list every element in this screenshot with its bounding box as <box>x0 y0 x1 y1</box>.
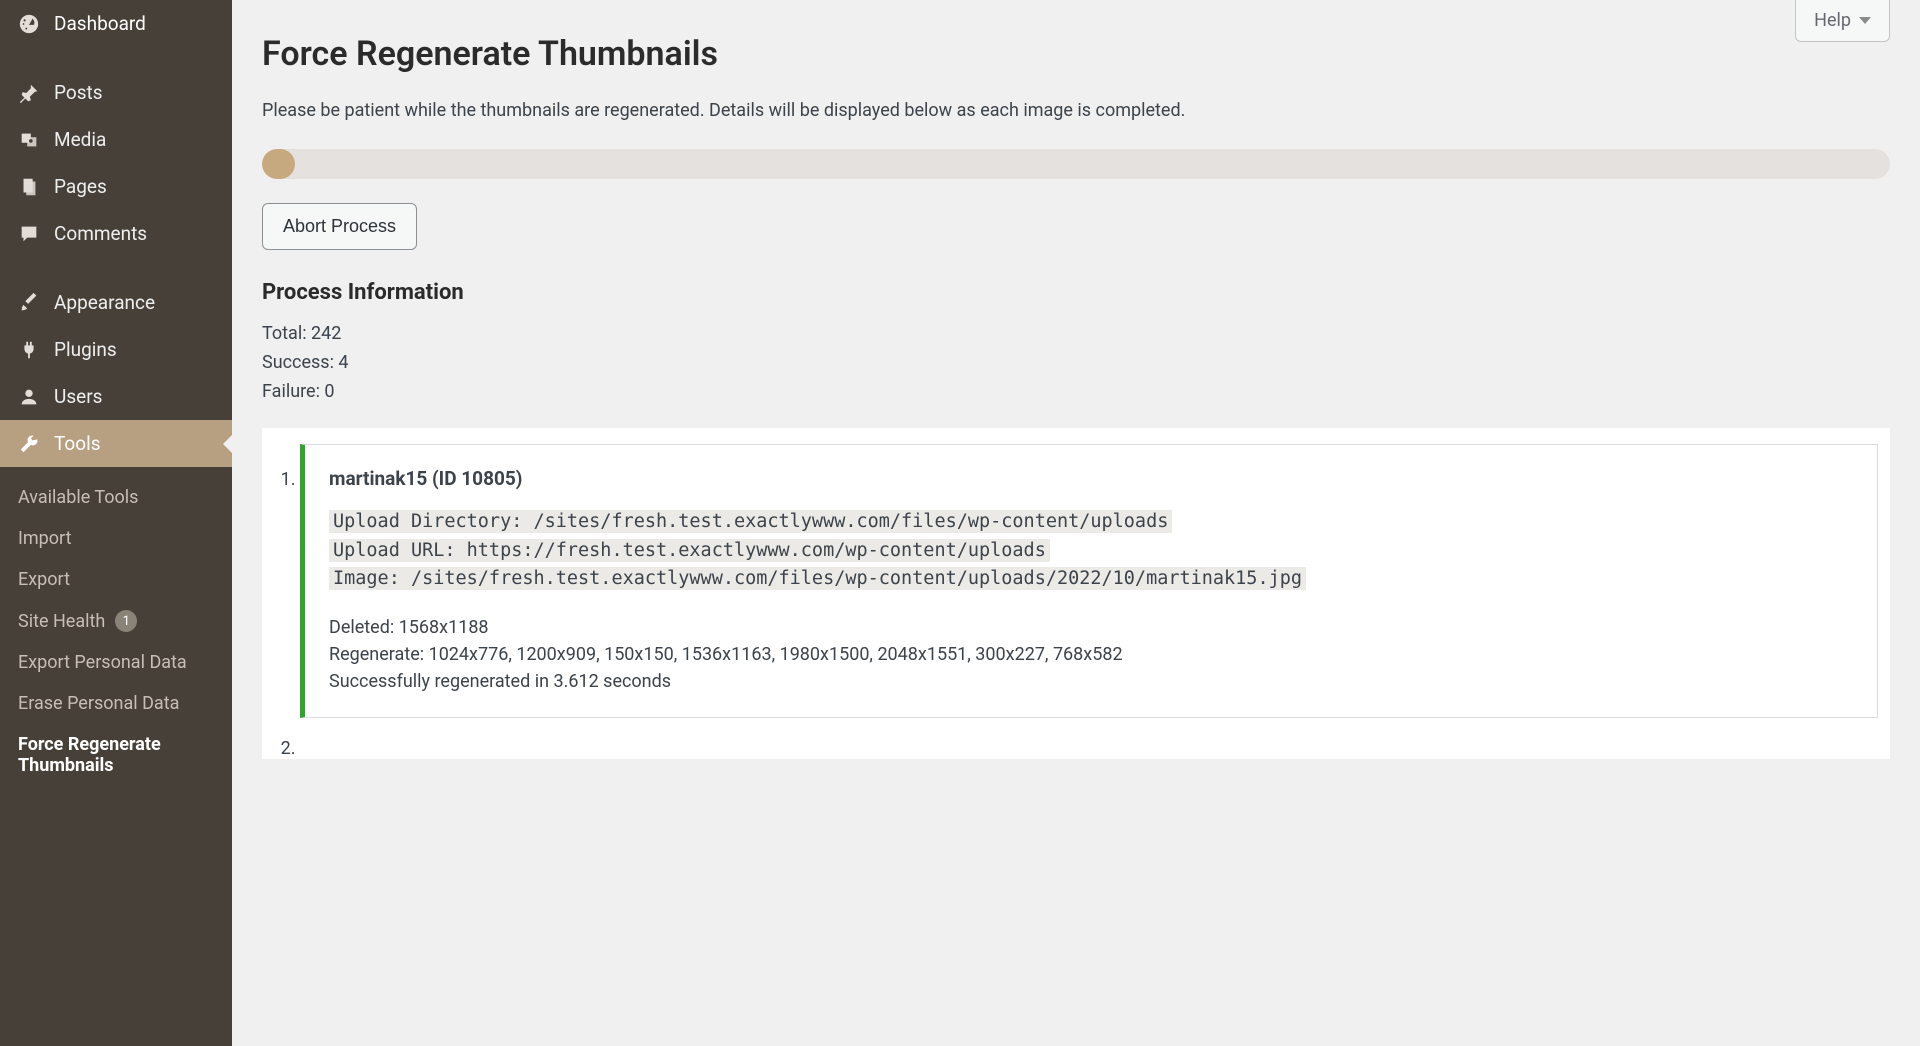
tools-submenu: Available Tools Import Export Site Healt… <box>0 467 232 800</box>
subitem-label: Site Health <box>18 611 105 632</box>
success-line: Successfully regenerated in 3.612 second… <box>329 668 1853 695</box>
chevron-down-icon <box>1859 17 1871 24</box>
subitem-export-personal-data[interactable]: Export Personal Data <box>0 642 232 683</box>
sidebar-item-pages[interactable]: Pages <box>0 163 232 210</box>
sidebar-item-users[interactable]: Users <box>0 373 232 420</box>
regenerate-line: Regenerate: 1024x776, 1200x909, 150x150,… <box>329 641 1853 668</box>
progress-bar <box>262 149 1890 179</box>
subitem-site-health[interactable]: Site Health 1 <box>0 600 232 642</box>
sidebar-item-plugins[interactable]: Plugins <box>0 326 232 373</box>
results-list: martinak15 (ID 10805) Upload Directory: … <box>262 444 1890 759</box>
upload-url-line: Upload URL: https://fresh.test.exactlyww… <box>329 539 1050 562</box>
results-panel: martinak15 (ID 10805) Upload Directory: … <box>262 428 1890 759</box>
result-title: martinak15 (ID 10805) <box>329 467 1853 490</box>
sidebar-item-comments[interactable]: Comments <box>0 210 232 257</box>
progress-fill <box>262 149 295 179</box>
intro-text: Please be patient while the thumbnails a… <box>262 100 1890 121</box>
deleted-line: Deleted: 1568x1188 <box>329 614 1853 641</box>
stat-success: Success: 4 <box>262 352 1890 373</box>
subitem-force-regenerate-thumbnails[interactable]: Force Regenerate Thumbnails <box>0 724 232 786</box>
upload-directory-line: Upload Directory: /sites/fresh.test.exac… <box>329 510 1172 533</box>
sidebar-item-label: Dashboard <box>54 12 146 35</box>
comments-icon <box>18 223 40 245</box>
media-icon <box>18 129 40 151</box>
subitem-available-tools[interactable]: Available Tools <box>0 477 232 518</box>
wrench-icon <box>18 433 40 455</box>
sidebar-item-tools[interactable]: Tools <box>0 420 232 467</box>
dashboard-icon <box>18 13 40 35</box>
result-details: Deleted: 1568x1188 Regenerate: 1024x776,… <box>329 614 1853 695</box>
process-info-heading: Process Information <box>262 280 1890 305</box>
sidebar-item-media[interactable]: Media <box>0 116 232 163</box>
brush-icon <box>18 292 40 314</box>
admin-sidebar: Dashboard Posts Media Pages Comments App… <box>0 0 232 1046</box>
help-tab[interactable]: Help <box>1795 0 1890 42</box>
sidebar-item-posts[interactable]: Posts <box>0 69 232 116</box>
sidebar-item-label: Plugins <box>54 338 117 361</box>
result-card: martinak15 (ID 10805) Upload Directory: … <box>300 444 1878 718</box>
subitem-erase-personal-data[interactable]: Erase Personal Data <box>0 683 232 724</box>
result-paths: Upload Directory: /sites/fresh.test.exac… <box>329 508 1853 594</box>
main-content: Help Force Regenerate Thumbnails Please … <box>232 0 1920 1046</box>
sidebar-item-label: Appearance <box>54 291 155 314</box>
sidebar-item-label: Pages <box>54 175 107 198</box>
pin-icon <box>18 82 40 104</box>
stat-failure: Failure: 0 <box>262 381 1890 402</box>
sidebar-item-label: Posts <box>54 81 103 104</box>
image-path-line: Image: /sites/fresh.test.exactlywww.com/… <box>329 567 1306 590</box>
result-item-1: martinak15 (ID 10805) Upload Directory: … <box>300 444 1890 718</box>
sidebar-item-label: Comments <box>54 222 147 245</box>
sidebar-item-dashboard[interactable]: Dashboard <box>0 0 232 47</box>
site-health-badge: 1 <box>115 610 137 632</box>
stat-total: Total: 242 <box>262 323 1890 344</box>
help-label: Help <box>1814 10 1851 31</box>
abort-process-button[interactable]: Abort Process <box>262 203 417 250</box>
page-title: Force Regenerate Thumbnails <box>262 34 1890 74</box>
sidebar-item-label: Media <box>54 128 106 151</box>
result-item-2 <box>300 738 1890 759</box>
user-icon <box>18 386 40 408</box>
pages-icon <box>18 176 40 198</box>
sidebar-item-appearance[interactable]: Appearance <box>0 279 232 326</box>
plug-icon <box>18 339 40 361</box>
subitem-import[interactable]: Import <box>0 518 232 559</box>
sidebar-item-label: Tools <box>54 432 101 455</box>
sidebar-item-label: Users <box>54 385 102 408</box>
subitem-export[interactable]: Export <box>0 559 232 600</box>
